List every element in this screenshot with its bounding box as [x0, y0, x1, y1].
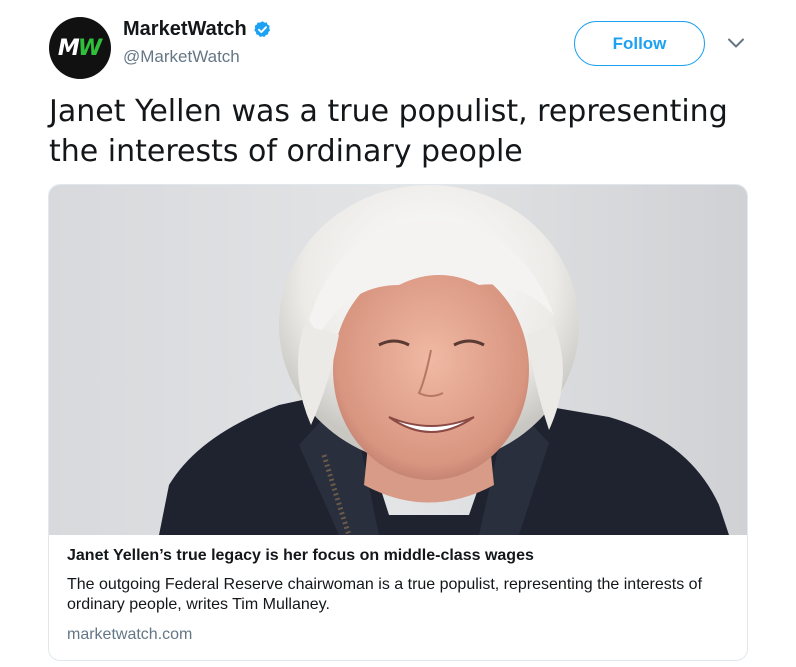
display-name-row[interactable]: MarketWatch: [123, 18, 272, 41]
card-title[interactable]: Janet Yellen’s true legacy is her focus …: [67, 547, 733, 565]
link-card[interactable]: Janet Yellen’s true legacy is her focus …: [48, 184, 748, 661]
display-name[interactable]: MarketWatch: [123, 18, 247, 41]
verified-badge-icon: [254, 21, 270, 37]
card-description: The outgoing Federal Reserve chairwoman …: [67, 576, 703, 613]
card-domain: marketwatch.com: [67, 626, 193, 643]
marketwatch-logo: MW: [57, 35, 102, 61]
tweet-text: Janet Yellen was a true populist, repres…: [49, 94, 728, 169]
avatar[interactable]: MW: [49, 17, 111, 79]
card-body[interactable]: Janet Yellen’s true legacy is her focus …: [67, 547, 733, 644]
handle[interactable]: @MarketWatch: [123, 47, 272, 67]
follow-button[interactable]: Follow: [574, 21, 705, 66]
account-info: MarketWatch @MarketWatch: [123, 18, 272, 67]
chevron-down-icon[interactable]: [726, 37, 746, 49]
card-photo[interactable]: [49, 185, 747, 535]
